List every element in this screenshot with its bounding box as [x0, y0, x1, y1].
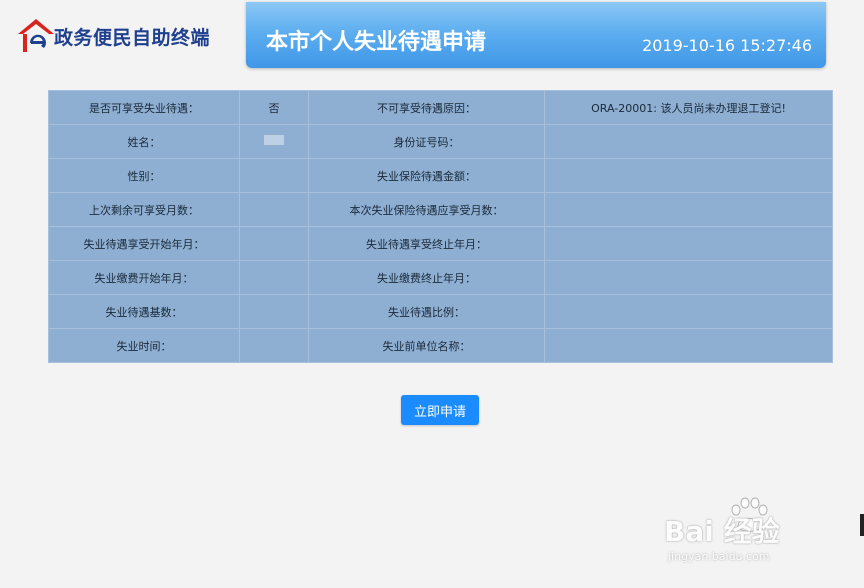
field-label: 失业待遇基数： [48, 294, 240, 329]
watermark-text: Bai 经验 [664, 515, 780, 548]
field-value [544, 260, 833, 295]
field-label: 性别： [48, 158, 240, 193]
baidu-jingyan-watermark: Bai 经验 jingyan.baidu.com [664, 496, 854, 566]
field-value [239, 294, 309, 329]
field-label: 本次失业保险待遇应享受月数： [308, 192, 545, 227]
field-label: 失业待遇享受开始年月： [48, 226, 240, 261]
field-label: 身份证号码： [308, 124, 545, 159]
field-value [544, 124, 833, 159]
field-label: 是否可享受失业待遇： [48, 90, 240, 125]
brand-name: 政务便民自助终端 [54, 26, 211, 49]
house-e-logo-icon [16, 17, 56, 55]
field-value [544, 294, 833, 329]
field-label: 失业缴费开始年月： [48, 260, 240, 295]
field-value [239, 226, 309, 261]
field-value [544, 158, 833, 193]
field-value [239, 158, 309, 193]
field-label: 上次剩余可享受月数： [48, 192, 240, 227]
field-label: 不可享受待遇原因： [308, 90, 545, 125]
field-value [239, 192, 309, 227]
field-label: 失业前单位名称： [308, 328, 545, 363]
apply-now-button[interactable]: 立即申请 [401, 395, 479, 425]
field-value [544, 192, 833, 227]
redacted-value [264, 135, 284, 145]
field-value [239, 124, 309, 159]
field-value: ORA-20001: 该人员尚未办理退工登记! [544, 90, 833, 125]
table-row: 失业时间： 失业前单位名称： [48, 328, 833, 363]
field-value: 否 [239, 90, 309, 125]
field-value [544, 328, 833, 363]
field-value [239, 328, 309, 363]
field-label: 姓名： [48, 124, 240, 159]
table-row: 姓名： 身份证号码： [48, 124, 833, 159]
datetime-display: 2019-10-16 15:27:46 [642, 36, 812, 55]
table-row: 上次剩余可享受月数： 本次失业保险待遇应享受月数： [48, 192, 833, 227]
unemployment-info-table: 是否可享受失业待遇： 否 不可享受待遇原因： ORA-20001: 该人员尚未办… [48, 90, 833, 363]
edge-marker [860, 514, 864, 536]
table-row: 失业待遇享受开始年月： 失业待遇享受终止年月： [48, 226, 833, 261]
field-label: 失业待遇比例： [308, 294, 545, 329]
watermark-url: jingyan.baidu.com [668, 550, 770, 563]
table-row: 性别： 失业保险待遇金额： [48, 158, 833, 193]
field-label: 失业保险待遇金额： [308, 158, 545, 193]
page-title: 本市个人失业待遇申请 [266, 30, 487, 55]
field-label: 失业待遇享受终止年月： [308, 226, 545, 261]
table-row: 是否可享受失业待遇： 否 不可享受待遇原因： ORA-20001: 该人员尚未办… [48, 90, 833, 125]
table-row: 失业待遇基数： 失业待遇比例： [48, 294, 833, 329]
field-label: 失业缴费终止年月： [308, 260, 545, 295]
field-label: 失业时间： [48, 328, 240, 363]
header-banner: 本市个人失业待遇申请 2019-10-16 15:27:46 [246, 2, 826, 68]
field-value [544, 226, 833, 261]
table-row: 失业缴费开始年月： 失业缴费终止年月： [48, 260, 833, 295]
field-value [239, 260, 309, 295]
brand-logo: 政务便民自助终端 [16, 16, 236, 56]
